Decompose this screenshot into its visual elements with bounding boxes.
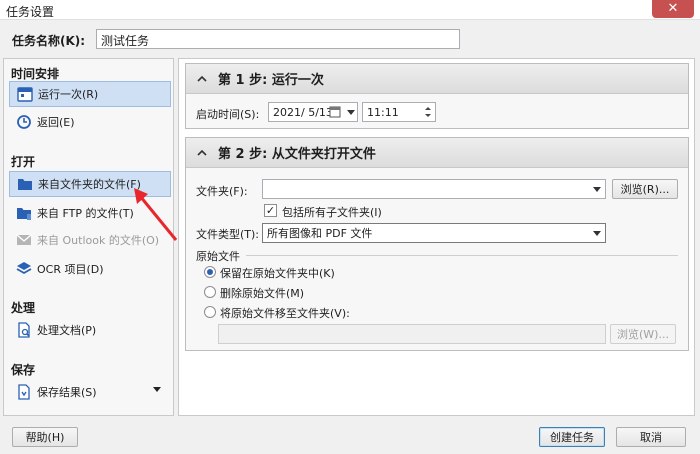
process-section-title: 处理: [11, 301, 36, 315]
sidebar-item-recurring[interactable]: 返回(E): [9, 109, 171, 135]
step2-header[interactable]: 第 2 步: 从文件夹打开文件: [186, 138, 688, 168]
step1-header[interactable]: 第 1 步: 运行一次: [186, 64, 688, 94]
save-document-icon: [15, 383, 33, 401]
step2-panel: 第 2 步: 从文件夹打开文件 文件夹(F): 浏览(R)... ✓ 包括所有子…: [185, 137, 689, 351]
schedule-section-title: 时间安排: [11, 67, 60, 81]
close-button[interactable]: ✕: [652, 0, 694, 18]
title-bar: 任务设置 ✕: [0, 0, 700, 20]
sidebar-item-run-once[interactable]: 运行一次(R): [9, 81, 171, 107]
sidebar-item-label: 来自文件夹的文件(F): [38, 178, 141, 191]
date-picker[interactable]: 2021/ 5/13: [268, 102, 358, 122]
task-name-row: 任务名称(K): 测试任务: [0, 20, 700, 58]
folder-label: 文件夹(F):: [196, 185, 248, 198]
sidebar-item-ftp[interactable]: 来自 FTP 的文件(T): [9, 200, 171, 226]
help-button[interactable]: 帮助(H): [12, 427, 78, 447]
radio-delete-label: 删除原始文件(M): [220, 287, 305, 300]
cancel-button[interactable]: 取消: [616, 427, 686, 447]
dialog-footer: 帮助(H) 创建任务 取消: [0, 418, 700, 454]
step1-title: 第 1 步: 运行一次: [218, 73, 324, 88]
sidebar-item-outlook[interactable]: 来自 Outlook 的文件(O): [9, 227, 171, 253]
sidebar-item-ocr-project[interactable]: OCR 项目(D): [9, 256, 171, 282]
chevron-down-icon[interactable]: [153, 387, 161, 392]
time-picker[interactable]: 11:11: [362, 102, 436, 122]
date-value: 2021/ 5/13: [273, 105, 333, 119]
sidebar-item-label: 来自 FTP 的文件(T): [37, 207, 134, 220]
include-subfolders-checkbox[interactable]: ✓: [264, 204, 277, 217]
start-time-label: 启动时间(S):: [196, 108, 260, 121]
sidebar-item-label: 来自 Outlook 的文件(O): [37, 234, 160, 247]
include-subfolders-label: 包括所有子文件夹(I): [282, 206, 382, 219]
open-section-title: 打开: [11, 155, 36, 169]
mail-icon: [15, 231, 33, 249]
step1-panel: 第 1 步: 运行一次 启动时间(S): 2021/ 5/13 11:11: [185, 63, 689, 129]
radio-keep-original[interactable]: [204, 266, 216, 278]
spinner-icon[interactable]: [422, 104, 434, 120]
document-process-icon: [15, 321, 33, 339]
repeat-clock-icon: [15, 113, 33, 131]
radio-move-label: 将原始文件移至文件夹(V):: [220, 307, 350, 320]
sidebar-item-label: 运行一次(R): [38, 88, 99, 101]
calendar-icon: [16, 85, 34, 103]
divider: [246, 255, 678, 256]
chevron-down-icon: [593, 187, 601, 192]
file-type-value: 所有图像和 PDF 文件: [267, 227, 373, 240]
browse-move-button[interactable]: 浏览(W)...: [610, 324, 676, 344]
sidebar-item-label: 保存结果(S): [37, 386, 97, 399]
file-type-label: 文件类型(T):: [196, 228, 260, 241]
content-panel: 第 1 步: 运行一次 启动时间(S): 2021/ 5/13 11:11 第 …: [178, 58, 695, 416]
task-name-label: 任务名称(K):: [12, 34, 86, 48]
sidebar-item-save-results[interactable]: 保存结果(S): [9, 379, 171, 405]
window-title: 任务设置: [6, 5, 55, 19]
create-task-button[interactable]: 创建任务: [539, 427, 605, 447]
chevron-down-icon: [347, 110, 355, 115]
chevron-up-icon: [197, 75, 207, 82]
task-name-input[interactable]: 测试任务: [96, 29, 460, 49]
radio-keep-label: 保留在原始文件夹中(K): [220, 267, 335, 280]
radio-move-original[interactable]: [204, 306, 216, 318]
sidebar-item-folder[interactable]: 来自文件夹的文件(F): [9, 171, 171, 197]
step2-title: 第 2 步: 从文件夹打开文件: [218, 147, 376, 162]
sidebar-item-process-docs[interactable]: 处理文档(P): [9, 317, 171, 343]
save-section-title: 保存: [11, 363, 36, 377]
file-type-select[interactable]: 所有图像和 PDF 文件: [262, 223, 606, 243]
browse-button[interactable]: 浏览(R)...: [612, 179, 678, 199]
chevron-down-icon: [593, 231, 601, 236]
folder-icon: [16, 175, 34, 193]
sidebar: 时间安排 运行一次(R) 返回(E) 打开 来自文件夹的文件(F) 来自 FTP…: [3, 58, 174, 416]
radio-delete-original[interactable]: [204, 286, 216, 298]
sidebar-item-label: 返回(E): [37, 116, 75, 129]
folder-combo[interactable]: [262, 179, 606, 199]
move-target-input[interactable]: [218, 324, 606, 344]
chevron-up-icon: [197, 149, 207, 156]
original-files-label: 原始文件: [196, 250, 240, 263]
ftp-folder-icon: [15, 204, 33, 222]
sidebar-item-label: OCR 项目(D): [37, 263, 104, 276]
time-value: 11:11: [367, 105, 399, 119]
calendar-icon: [329, 106, 341, 118]
layers-icon: [15, 260, 33, 278]
sidebar-item-label: 处理文档(P): [37, 324, 97, 337]
